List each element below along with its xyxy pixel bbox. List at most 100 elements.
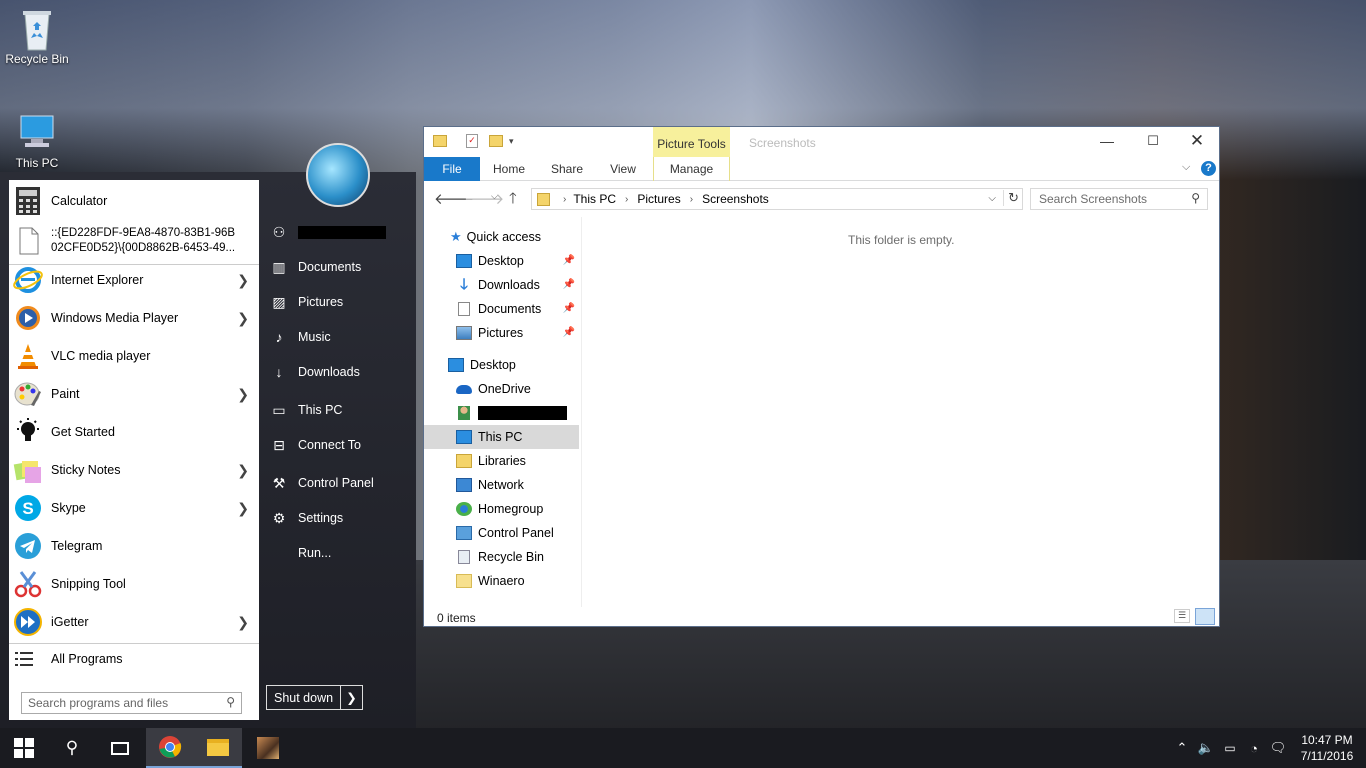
start-button[interactable]: [0, 728, 48, 768]
program-shell-guid[interactable]: ::{ED228FDF-9EA8-4870-83B1-96B 02CFE0D52…: [9, 220, 259, 262]
start-user-account[interactable]: ⚇: [270, 217, 386, 247]
maximize-button[interactable]: ☐: [1130, 133, 1176, 149]
start-item-downloads[interactable]: ↓ Downloads: [270, 357, 360, 387]
nav-homegroup[interactable]: Homegroup: [424, 497, 579, 521]
chrome-icon: [159, 736, 182, 758]
user-avatar[interactable]: [306, 143, 370, 207]
large-icons-view-icon[interactable]: [1195, 608, 1215, 625]
details-view-icon[interactable]: ☰: [1174, 609, 1190, 623]
recent-locations-icon[interactable]: ⌵: [491, 191, 498, 202]
start-item-control-panel[interactable]: ⚒ Control Panel: [270, 468, 374, 498]
program-igetter[interactable]: iGetter ❯: [9, 603, 259, 641]
nav-quick-desktop[interactable]: Desktop 📌: [424, 249, 579, 273]
breadcrumb-pictures[interactable]: Pictures: [637, 192, 680, 206]
folder-icon[interactable]: [433, 135, 447, 147]
program-snipping-tool[interactable]: Snipping Tool: [9, 565, 259, 603]
start-item-documents[interactable]: ▥ Documents: [270, 252, 361, 282]
tab-file[interactable]: File: [424, 157, 480, 181]
chevron-right-icon[interactable]: ❯: [237, 386, 249, 403]
nav-quick-downloads[interactable]: 🡓 Downloads 📌: [424, 273, 579, 297]
chevron-right-icon[interactable]: ❯: [237, 614, 249, 631]
pin-icon[interactable]: 📌: [563, 303, 575, 314]
program-internet-explorer[interactable]: Internet Explorer ❯: [9, 261, 259, 299]
close-button[interactable]: ✕: [1174, 131, 1220, 151]
chevron-right-icon[interactable]: ❯: [237, 462, 249, 479]
taskbar-chrome[interactable]: [146, 728, 194, 768]
wifi-icon[interactable]: ◔: [1242, 741, 1266, 756]
pin-icon[interactable]: 📌: [563, 327, 575, 338]
nav-quick-access[interactable]: ★ Quick access: [424, 225, 579, 249]
nav-libraries[interactable]: Libraries: [424, 449, 579, 473]
program-skype[interactable]: S Skype ❯: [9, 489, 259, 527]
properties-icon[interactable]: ✓: [466, 134, 478, 148]
taskbar-app[interactable]: [244, 728, 292, 768]
program-telegram[interactable]: Telegram: [9, 527, 259, 565]
forward-arrow-icon[interactable]: 🡒: [464, 189, 504, 208]
program-vlc[interactable]: VLC media player: [9, 337, 259, 375]
desktop-icon: [456, 254, 472, 268]
start-menu-programs-panel: Calculator ::{ED228FDF-9EA8-4870-83B1-96…: [9, 180, 259, 720]
nav-control-panel[interactable]: Control Panel: [424, 521, 579, 545]
nav-winaero[interactable]: Winaero: [424, 569, 579, 593]
program-windows-media-player[interactable]: Windows Media Player ❯: [9, 299, 259, 337]
all-programs-button[interactable]: All Programs: [9, 644, 259, 674]
libraries-icon: [456, 454, 472, 468]
clock[interactable]: 10:47 PM 7/11/2016: [1294, 728, 1360, 768]
start-item-this-pc[interactable]: ▭ This PC: [270, 395, 342, 425]
nav-network[interactable]: Network: [424, 473, 579, 497]
sticky-notes-icon: [13, 455, 43, 485]
tab-share[interactable]: Share: [544, 157, 590, 181]
battery-icon[interactable]: ▭: [1218, 741, 1242, 755]
chevron-down-icon[interactable]: ⌵: [1182, 161, 1190, 174]
help-icon[interactable]: ?: [1201, 161, 1216, 176]
tab-manage[interactable]: Manage: [653, 157, 730, 181]
nav-this-pc[interactable]: This PC: [424, 425, 579, 449]
search-input[interactable]: Search Screenshots ⚲: [1030, 188, 1208, 210]
program-paint[interactable]: Paint ❯: [9, 375, 259, 413]
nav-onedrive[interactable]: OneDrive: [424, 377, 579, 401]
nav-recycle-bin[interactable]: Recycle Bin: [424, 545, 579, 569]
action-center-icon[interactable]: 🗨: [1266, 740, 1290, 756]
chevron-right-icon[interactable]: ❯: [237, 310, 249, 327]
nav-user-folder[interactable]: [424, 401, 579, 425]
search-icon: ⚲: [1191, 191, 1200, 205]
tab-home[interactable]: Home: [486, 157, 532, 181]
program-get-started[interactable]: Get Started: [9, 413, 259, 451]
up-arrow-icon[interactable]: 🡑: [509, 188, 517, 213]
app-icon: [257, 737, 279, 759]
start-search-input[interactable]: Search programs and files ⚲: [21, 692, 242, 714]
task-view-button[interactable]: [96, 728, 144, 768]
start-item-settings[interactable]: ⚙ Settings: [270, 503, 343, 533]
search-button[interactable]: ⚲: [48, 728, 96, 768]
chevron-up-icon[interactable]: ⌃: [1170, 740, 1194, 756]
start-item-connect-to[interactable]: ⊟ Connect To: [270, 430, 361, 460]
program-calculator[interactable]: Calculator: [9, 182, 259, 220]
nav-quick-documents[interactable]: Documents 📌: [424, 297, 579, 321]
breadcrumb-this-pc[interactable]: This PC: [573, 192, 616, 206]
nav-desktop[interactable]: Desktop: [424, 353, 579, 377]
search-icon: ⚲: [226, 695, 235, 709]
refresh-icon[interactable]: ↻: [1003, 190, 1019, 206]
chevron-right-icon[interactable]: ❯: [237, 500, 249, 517]
start-item-music[interactable]: ♪ Music: [270, 322, 331, 352]
shutdown-button[interactable]: Shut down ❯: [266, 685, 363, 710]
new-folder-icon[interactable]: [489, 135, 503, 147]
program-sticky-notes[interactable]: Sticky Notes ❯: [9, 451, 259, 489]
volume-icon[interactable]: 🔈: [1194, 740, 1218, 756]
address-bar[interactable]: › This PC › Pictures › Screenshots ⌵ ↻: [531, 188, 1023, 210]
chevron-down-icon[interactable]: ▾: [509, 136, 514, 147]
desktop-icon-this-pc[interactable]: This PC: [0, 112, 74, 172]
nav-quick-pictures[interactable]: Pictures 📌: [424, 321, 579, 345]
chevron-right-icon[interactable]: ❯: [237, 272, 249, 289]
start-item-run[interactable]: Run...: [270, 538, 331, 568]
pin-icon[interactable]: 📌: [563, 255, 575, 266]
desktop-icon-recycle-bin[interactable]: Recycle Bin: [0, 8, 74, 66]
pin-icon[interactable]: 📌: [563, 279, 575, 290]
chevron-down-icon[interactable]: ⌵: [988, 193, 996, 204]
tab-view[interactable]: View: [600, 157, 646, 181]
start-item-pictures[interactable]: ▨ Pictures: [270, 287, 343, 317]
chevron-right-icon[interactable]: ❯: [341, 690, 362, 705]
minimize-button[interactable]: —: [1084, 133, 1130, 149]
breadcrumb-screenshots[interactable]: Screenshots: [702, 192, 769, 206]
taskbar-file-explorer[interactable]: [194, 728, 242, 768]
